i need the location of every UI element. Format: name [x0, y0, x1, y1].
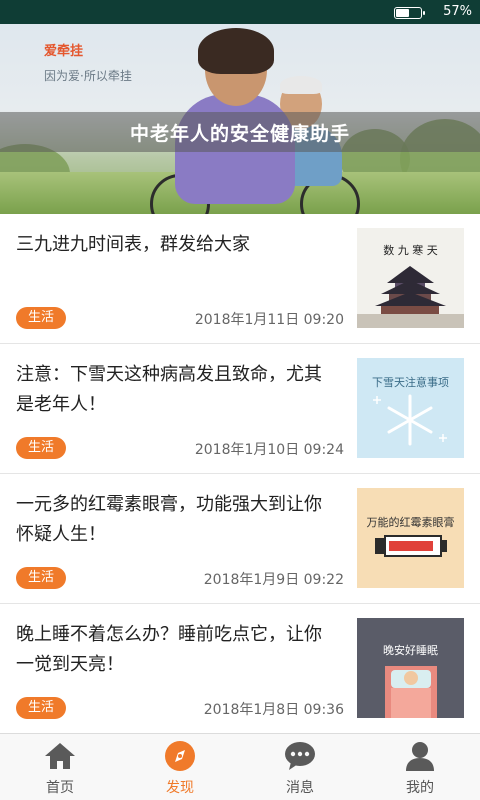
tab-label: 消息	[286, 780, 314, 796]
category-tag: 生活	[16, 697, 67, 719]
tab-home[interactable]: 首页	[0, 734, 120, 800]
article-thumbnail: 晚安好睡眠	[357, 618, 464, 718]
tab-label: 我的	[406, 780, 434, 796]
bottom-tab-bar: 首页 发现 消息 我的	[0, 733, 480, 800]
article-date: 2018年1月9日 09:22	[203, 572, 344, 588]
article-item[interactable]: 晚上睡不着怎么办？睡前吃点它，让你一觉到天亮！ 生活 2018年1月8日 09:…	[0, 604, 480, 734]
article-date: 2018年1月10日 09:24	[194, 442, 344, 458]
tab-profile[interactable]: 我的	[360, 734, 480, 800]
banner-title: 中老年人的安全健康助手	[129, 123, 350, 145]
article-item[interactable]: 一元多的红霉素眼膏，功能强大到让你怀疑人生！ 生活 2018年1月9日 09:2…	[0, 474, 480, 604]
compass-icon	[165, 741, 195, 771]
article-thumbnail: 万能的红霉素眼膏	[357, 488, 464, 588]
tab-label: 首页	[46, 780, 74, 796]
snowflake-illustration	[373, 394, 447, 446]
temple-illustration	[357, 266, 464, 328]
status-bar: 57%	[0, 0, 480, 24]
article-title: 一元多的红霉素眼膏，功能强大到让你怀疑人生！	[16, 494, 322, 545]
article-thumbnail: 下雪天注意事项	[357, 358, 464, 458]
article-title: 三九进九时间表，群发给大家	[16, 234, 250, 255]
brand-logo: 爱牵挂	[44, 44, 84, 59]
battery-icon	[394, 7, 425, 19]
person-icon	[406, 742, 434, 771]
brand-slogan: 因为爱·所以牵挂	[44, 69, 132, 83]
article-thumbnail: 数 九 寒 天	[357, 228, 464, 328]
battery-percent: 57%	[443, 4, 472, 19]
article-list: 三九进九时间表，群发给大家 生活 2018年1月11日 09:20 数 九 寒 …	[0, 214, 480, 734]
article-item[interactable]: 三九进九时间表，群发给大家 生活 2018年1月11日 09:20 数 九 寒 …	[0, 214, 480, 344]
ointment-tube-illustration	[375, 535, 447, 557]
article-title: 晚上睡不着怎么办？睡前吃点它，让你一觉到天亮！	[16, 624, 322, 675]
article-title: 注意：下雪天这种病高发且致命，尤其是老年人！	[16, 364, 322, 415]
sleeping-bed-illustration	[385, 666, 437, 718]
woman-hair	[198, 28, 274, 74]
home-icon	[45, 743, 75, 769]
battery-level-fill	[396, 9, 409, 17]
article-date: 2018年1月8日 09:36	[203, 702, 344, 718]
tab-discover[interactable]: 发现	[120, 734, 240, 800]
article-item[interactable]: 注意：下雪天这种病高发且致命，尤其是老年人！ 生活 2018年1月10日 09:…	[0, 344, 480, 474]
tab-label: 发现	[166, 780, 194, 796]
category-tag: 生活	[16, 437, 67, 459]
article-date: 2018年1月11日 09:20	[194, 312, 344, 328]
category-tag: 生活	[16, 307, 67, 329]
man-hair	[280, 76, 322, 94]
hero-banner[interactable]: 爱牵挂 因为爱·所以牵挂 中老年人的安全健康助手	[0, 24, 480, 214]
tab-messages[interactable]: 消息	[240, 734, 360, 800]
category-tag: 生活	[16, 567, 67, 589]
chat-bubble-icon	[285, 742, 315, 770]
